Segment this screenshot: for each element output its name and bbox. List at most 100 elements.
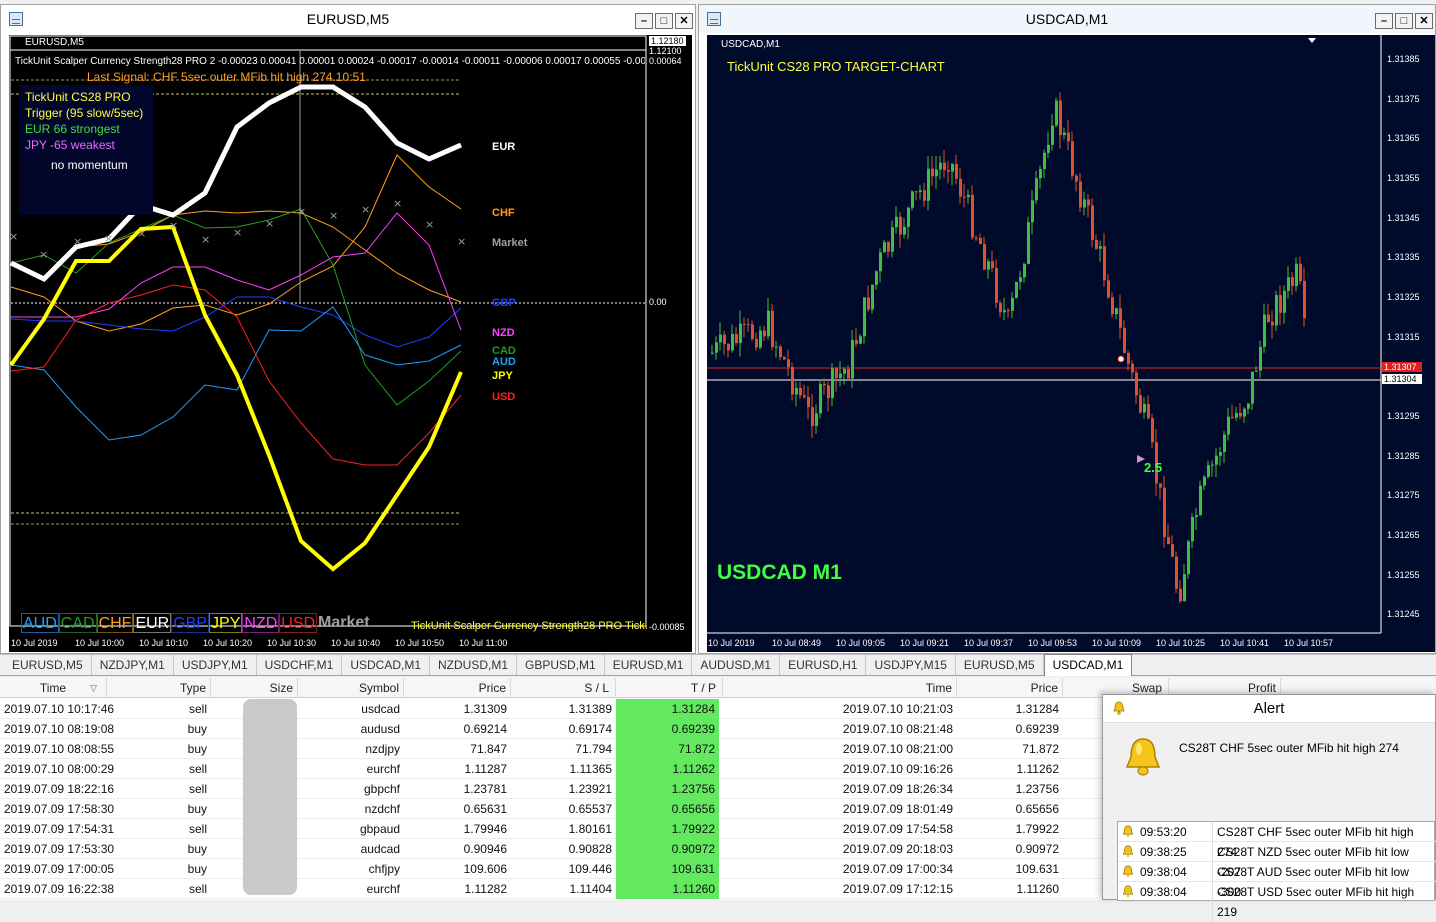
cell-ctime: 2019.07.09 18:26:34 (842, 782, 953, 796)
chart-tab[interactable]: NZDJPY,M1 (92, 655, 174, 675)
candle-body (1043, 152, 1046, 170)
cell-time: 2019.07.09 17:00:05 (4, 862, 115, 876)
col-header-price[interactable]: Price (404, 678, 511, 698)
chart-tab[interactable]: AUDUSD,M1 (692, 655, 781, 675)
candle-body (939, 162, 942, 170)
cell-time: 2019.07.09 17:58:30 (4, 802, 115, 816)
usdcad-candle-chart[interactable]: USDCAD,M1 TickUnit CS28 PRO TARGET-CHART… (707, 35, 1435, 652)
col-header-sl[interactable]: S / L (511, 678, 616, 698)
white-price-badge: 1.31304 (1382, 374, 1422, 384)
candle-body (727, 343, 730, 351)
alert-history-item[interactable]: 09:38:04 CS28T AUD 5sec outer MFib hit lo… (1118, 862, 1436, 902)
alert-titlebar[interactable]: Alert (1103, 695, 1435, 723)
alert-history-item[interactable]: 09:38:25 CS28T NZD 5sec outer MFib hit lo… (1118, 842, 1436, 882)
usdcad-titlebar[interactable]: USDCAD,M1 – □ ✕ (699, 5, 1435, 33)
col-header-type[interactable]: Type (107, 678, 211, 698)
col-header-close-time[interactable]: Time (723, 678, 957, 698)
chart-tab[interactable]: USDCAD,M1 (342, 655, 430, 675)
chart-tab[interactable]: GBPUSD,M1 (517, 655, 605, 675)
candle-body (1127, 352, 1130, 364)
svg-text:×: × (297, 205, 306, 218)
minimize-button[interactable]: – (635, 13, 653, 29)
left-time-tick: 10 Jul 10:40 (331, 638, 381, 648)
price-top-label: 1.12180 (649, 36, 686, 46)
col-header-tp[interactable]: T / P (616, 678, 723, 698)
alert-dialog[interactable]: Alert CS28T CHF 5sec outer MFib hit high… (1102, 694, 1436, 922)
cell-cprice: 1.11260 (1016, 882, 1060, 896)
close-button[interactable]: ✕ (675, 13, 693, 29)
candle-body (1271, 321, 1274, 326)
candle-svg (707, 35, 1382, 634)
candle-body (891, 227, 894, 252)
usdcad-window[interactable]: USDCAD,M1 – □ ✕ USDCAD,M1 TickUnit CS28 … (698, 4, 1436, 654)
chart-tab[interactable]: EURUSD,M5 (956, 655, 1044, 675)
currency-label-usd: USD (492, 391, 516, 403)
cell-type: buy (187, 802, 207, 816)
candle-body (831, 368, 834, 399)
chart-symbol-label: USDCAD,M1 (721, 39, 780, 50)
bell-icon (1122, 865, 1134, 878)
eurusd-window[interactable]: EURUSD,M5 – □ ✕ × × × × × × × × × × × × … (0, 4, 696, 654)
candle-body (1011, 297, 1014, 311)
candle-body (1051, 125, 1054, 145)
price-tick: 1.31265 (1387, 530, 1420, 540)
right-time-tick: 10 Jul 10:09 (1092, 638, 1142, 648)
symbol-big-label: USDCAD M1 (717, 561, 842, 584)
cell-time: 2019.07.10 08:08:55 (4, 742, 115, 756)
svg-text:×: × (265, 217, 274, 230)
alert-history-item[interactable]: 09:38:04 CS28T USD 5sec outer MFib hit hi… (1118, 882, 1436, 922)
candle-body (1303, 281, 1306, 319)
candle-body (1039, 169, 1042, 179)
maximize-button[interactable]: □ (655, 13, 673, 29)
cell-cprice: 109.631 (1015, 862, 1059, 876)
price-tick: 1.31325 (1387, 292, 1420, 302)
cell-cprice: 1.31284 (1015, 702, 1059, 716)
eurusd-titlebar[interactable]: EURUSD,M5 – □ ✕ (1, 5, 695, 33)
candle-body (1255, 370, 1258, 372)
candle-body (711, 352, 714, 354)
col-header-close-price[interactable]: Price (957, 678, 1063, 698)
col-header-size[interactable]: Size (211, 678, 298, 698)
candle-body (1227, 416, 1230, 435)
cell-tp: 109.631 (616, 859, 719, 879)
candle-body (1239, 412, 1242, 417)
candle-body (747, 324, 750, 326)
alert-history-item[interactable]: 09:53:20 CS28T CHF 5sec outer MFib hit hi… (1118, 822, 1436, 862)
legend-aud: AUD (21, 613, 59, 633)
chart-tab[interactable]: USDJPY,M15 (866, 655, 956, 675)
close-button[interactable]: ✕ (1415, 13, 1433, 29)
left-time-tick: 10 Jul 10:00 (75, 638, 125, 648)
chart-tab[interactable]: EURUSD,H1 (780, 655, 867, 675)
cell-cprice: 1.23756 (1015, 782, 1059, 796)
candle-body (1035, 178, 1038, 201)
price-tick: 1.31285 (1387, 451, 1420, 461)
bell-icon (1113, 701, 1125, 715)
strength-chart[interactable]: × × × × × × × × × × × × × × × EURUSD,M5 1.12180 1.1210… (9, 35, 692, 652)
alert-message: CS28T CHF 5sec outer MFib hit high 274 (1179, 741, 1399, 755)
candle-body (1167, 537, 1170, 545)
chart-tab[interactable]: USDJPY,M1 (174, 655, 257, 675)
candle-body (987, 261, 990, 270)
candle-body (979, 238, 982, 244)
price-tick: 1.31355 (1387, 173, 1420, 183)
candle-body (1199, 485, 1202, 516)
chart-tab[interactable]: EURUSD,M1 (605, 655, 693, 675)
candle-body (883, 242, 886, 253)
info-momentum: no momentum (51, 158, 128, 172)
candle-body (1175, 556, 1178, 589)
cell-time: 2019.07.09 16:22:38 (4, 882, 115, 896)
minimize-button[interactable]: – (1375, 13, 1393, 29)
chart-tab[interactable]: USDCHF,M1 (257, 655, 343, 675)
chart-tab[interactable]: NZDUSD,M1 (430, 655, 518, 675)
cell-ctime: 2019.07.10 08:21:48 (842, 722, 953, 736)
candle-body (1003, 310, 1006, 313)
col-header-symbol[interactable]: Symbol (298, 678, 404, 698)
alert-history-list[interactable]: 09:53:20 CS28T CHF 5sec outer MFib hit hi… (1117, 821, 1436, 922)
chart-tab[interactable]: EURUSD,M5 (4, 655, 92, 675)
cell-ctime: 2019.07.09 17:00:34 (842, 862, 953, 876)
candle-body (1083, 199, 1086, 208)
chart-tab[interactable]: USDCAD,M1 (1043, 654, 1133, 676)
svg-text:×: × (39, 248, 48, 261)
maximize-button[interactable]: □ (1395, 13, 1413, 29)
candle-body (1091, 205, 1094, 240)
